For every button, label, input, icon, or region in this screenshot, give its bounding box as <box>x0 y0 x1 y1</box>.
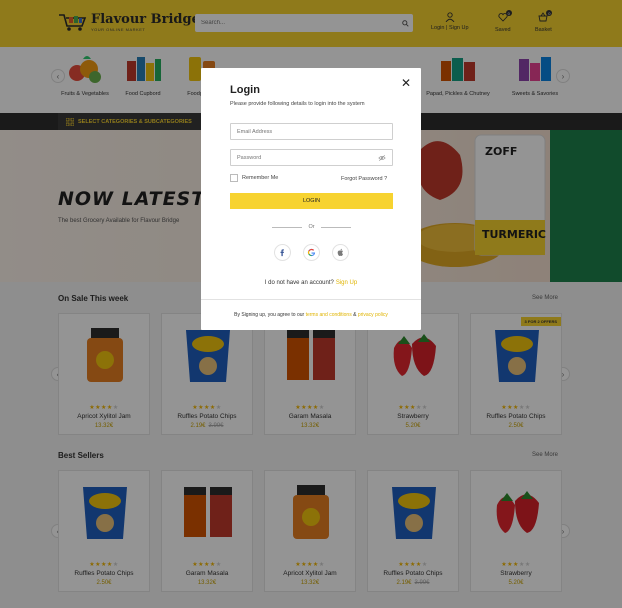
google-login-button[interactable] <box>303 244 320 261</box>
modal-title: Login <box>230 84 260 96</box>
terms-notice: By Signing up, you agree to our terms an… <box>201 312 421 318</box>
facebook-icon <box>280 249 284 257</box>
forgot-password-link[interactable]: Forgot Password ? <box>341 176 387 182</box>
modal-description: Please provide following details to logi… <box>230 101 365 107</box>
privacy-link[interactable]: privacy policy <box>358 312 388 318</box>
signup-prompt: I do not have an account? Sign Up <box>201 280 421 286</box>
terms-link[interactable]: terms and conditions <box>306 312 352 318</box>
signup-link[interactable]: Sign Up <box>336 280 357 286</box>
password-field <box>230 149 393 166</box>
remember-me-label: Remember Me <box>242 175 279 181</box>
login-button[interactable]: LOGIN <box>230 193 393 209</box>
login-modal: ✕ Login Please provide following details… <box>201 68 421 330</box>
remember-me-checkbox[interactable] <box>230 174 238 182</box>
or-divider: Or <box>230 223 393 231</box>
eye-slash-icon[interactable] <box>378 154 386 162</box>
apple-icon <box>337 248 344 257</box>
terms-and: & <box>353 312 357 318</box>
google-icon <box>307 248 316 257</box>
terms-prefix: By Signing up, you agree to our <box>234 312 305 318</box>
remember-me[interactable]: Remember Me <box>230 174 278 182</box>
email-field <box>230 123 393 140</box>
or-label: Or <box>308 224 315 230</box>
password-input[interactable] <box>237 150 377 165</box>
no-account-text: I do not have an account? <box>264 280 334 286</box>
facebook-login-button[interactable] <box>274 244 291 261</box>
modal-divider <box>201 299 421 300</box>
apple-login-button[interactable] <box>332 244 349 261</box>
close-icon[interactable]: ✕ <box>399 76 413 90</box>
email-input[interactable] <box>237 124 377 139</box>
